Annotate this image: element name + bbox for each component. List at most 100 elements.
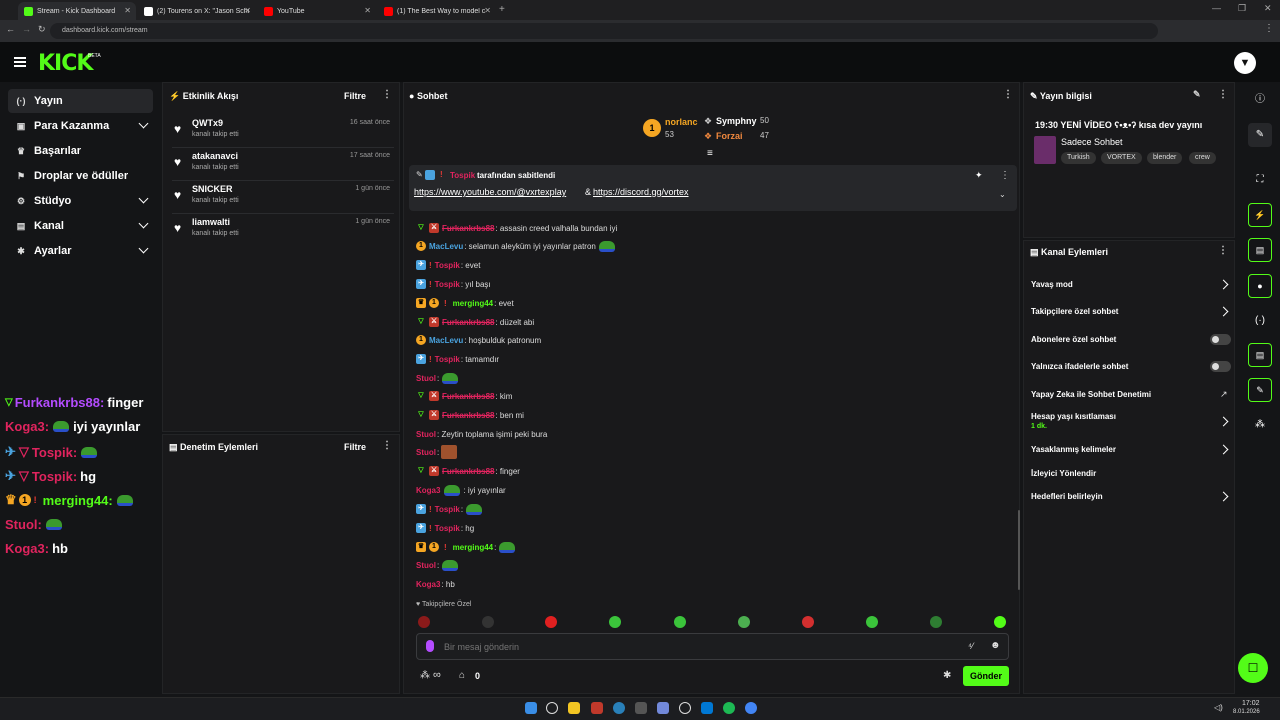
channel-actions-more-icon[interactable]: ⋮ bbox=[1218, 245, 1228, 256]
chat-username[interactable]: Tospik bbox=[435, 505, 460, 514]
collapse-leaderboard-icon[interactable]: ≡ bbox=[707, 148, 713, 159]
emotes-only-toggle[interactable] bbox=[1210, 361, 1231, 372]
edit-pencil-icon[interactable]: ✎ bbox=[1193, 89, 1201, 100]
stream-tag[interactable]: crew bbox=[1189, 152, 1216, 164]
vscode-icon[interactable] bbox=[701, 702, 713, 714]
sidebar-item-kanal[interactable]: ▤ Kanal bbox=[8, 214, 153, 238]
url-field[interactable]: dashboard.kick.com/stream bbox=[50, 23, 1158, 39]
chevron-down-icon[interactable]: ⌄ bbox=[999, 190, 1006, 199]
chat-settings-gear-icon[interactable]: ✱ bbox=[943, 670, 951, 681]
activity-filter-button[interactable]: Filtre bbox=[344, 91, 366, 101]
support-chat-icon[interactable]: ☐ bbox=[1238, 653, 1268, 683]
close-tab-icon[interactable]: ✕ bbox=[244, 6, 251, 15]
chat-username[interactable]: Furkankrbs88 bbox=[442, 392, 494, 401]
chat-username[interactable]: merging44 bbox=[453, 543, 493, 552]
layers-toggle-icon[interactable]: ▤ bbox=[1248, 343, 1272, 367]
chat-username[interactable]: Furkankrbs88 bbox=[442, 467, 494, 476]
chat-message-input[interactable] bbox=[444, 638, 944, 655]
emote-icon[interactable] bbox=[482, 616, 494, 628]
activity-toggle-icon[interactable]: ⚡ bbox=[1248, 203, 1272, 227]
event-user[interactable]: QWTx9 bbox=[192, 118, 223, 128]
kick-logo[interactable]: KICK bbox=[38, 51, 93, 76]
sidebar-item-yayin[interactable]: (·) Yayın bbox=[8, 89, 153, 113]
moderation-more-icon[interactable]: ⋮ bbox=[382, 440, 392, 451]
stream-tag[interactable]: Turkish bbox=[1061, 152, 1096, 164]
shapes-icon[interactable]: ⁂ bbox=[1248, 413, 1272, 437]
app-icon[interactable] bbox=[635, 702, 647, 714]
pinned-youtube-link[interactable]: https://www.youtube.com/@vxrtexplay bbox=[414, 187, 566, 197]
edit-icon[interactable]: ✎ bbox=[1248, 123, 1272, 147]
sidebar-item-ayarlar[interactable]: ✱ Ayarlar bbox=[8, 239, 153, 263]
new-tab-icon[interactable]: + bbox=[499, 4, 505, 15]
emote-icon[interactable] bbox=[609, 616, 621, 628]
moderation-filter-button[interactable]: Filtre bbox=[344, 442, 366, 452]
moderation-toggle-icon[interactable]: ▤ bbox=[1248, 238, 1272, 262]
windows-start-icon[interactable] bbox=[525, 702, 537, 714]
browser-tab[interactable]: (2) Tourens on X: "Jason Schrei ✕ bbox=[138, 2, 256, 20]
emote-icon[interactable] bbox=[418, 616, 430, 628]
chat-username[interactable]: Stuol bbox=[416, 561, 436, 570]
chat-username[interactable]: MacLevu bbox=[429, 242, 463, 251]
emote-icon[interactable] bbox=[674, 616, 686, 628]
close-tab-icon[interactable]: ✕ bbox=[124, 6, 131, 15]
clock-date[interactable]: 8.01.2026 bbox=[1233, 709, 1260, 715]
close-window-icon[interactable]: ✕ bbox=[1264, 3, 1272, 14]
browser-tab[interactable]: Stream - Kick Dashboard ✕ bbox=[18, 2, 136, 20]
chat-username[interactable]: Tospik bbox=[435, 524, 460, 533]
chat-scrollbar[interactable] bbox=[1018, 510, 1020, 590]
event-user[interactable]: SNICKER bbox=[192, 184, 233, 194]
emote-icon[interactable] bbox=[545, 616, 557, 628]
host-redirect-action[interactable]: İzleyici Yönlendir bbox=[1031, 469, 1096, 478]
file-explorer-icon[interactable] bbox=[568, 702, 580, 714]
chat-username[interactable]: merging44 bbox=[453, 299, 493, 308]
minimize-icon[interactable]: — bbox=[1212, 3, 1221, 13]
chat-more-icon[interactable]: ⋮ bbox=[1003, 89, 1013, 100]
external-link-icon[interactable]: ↗ bbox=[1220, 389, 1228, 400]
stream-info-more-icon[interactable]: ⋮ bbox=[1218, 89, 1228, 100]
user-avatar[interactable]: ▼ bbox=[1234, 52, 1256, 74]
account-age-action[interactable]: Hesap yaşı kısıtlaması bbox=[1031, 412, 1116, 421]
search-icon[interactable] bbox=[546, 702, 558, 714]
event-user[interactable]: liamwalti bbox=[192, 217, 230, 227]
browser-tab[interactable]: YouTube ✕ bbox=[258, 2, 376, 20]
chat-username[interactable]: Koga3 bbox=[416, 486, 440, 495]
leaderboard-second-name[interactable]: Symphny bbox=[716, 116, 757, 126]
chat-username[interactable]: MacLevu bbox=[429, 336, 463, 345]
stream-tag[interactable]: blender bbox=[1147, 152, 1183, 164]
followers-only-action[interactable]: Takipçilere özel sohbet bbox=[1031, 307, 1118, 316]
store-count[interactable]: 0 bbox=[475, 671, 480, 681]
wrench-toggle-icon[interactable]: ✎ bbox=[1248, 378, 1272, 402]
emote-icon[interactable] bbox=[802, 616, 814, 628]
pinned-more-icon[interactable]: ⋮ bbox=[1000, 170, 1010, 181]
emote-icon[interactable] bbox=[866, 616, 878, 628]
sidebar-item-basarilar[interactable]: ♛ Başarılar bbox=[8, 139, 153, 163]
leaderboard-first-name[interactable]: norlanc bbox=[665, 117, 698, 127]
event-user[interactable]: atakanavci bbox=[192, 151, 238, 161]
spotify-icon[interactable] bbox=[723, 702, 735, 714]
chat-username[interactable]: Tospik bbox=[435, 355, 460, 364]
clock-time[interactable]: 17:02 bbox=[1242, 700, 1260, 707]
app-icon[interactable] bbox=[679, 702, 691, 714]
chat-username[interactable]: Stuol bbox=[416, 448, 436, 457]
send-button[interactable]: Gönder bbox=[963, 666, 1009, 686]
emote-icon[interactable] bbox=[994, 616, 1006, 628]
chat-toggle-icon[interactable]: ● bbox=[1248, 274, 1272, 298]
emote-icon[interactable] bbox=[738, 616, 750, 628]
stream-tag[interactable]: VORTEX bbox=[1101, 152, 1142, 164]
close-tab-icon[interactable]: ✕ bbox=[484, 6, 491, 15]
emote-icon[interactable] bbox=[930, 616, 942, 628]
app-icon[interactable] bbox=[613, 702, 625, 714]
sidebar-item-studyo[interactable]: ⚙ Stüdyo bbox=[8, 189, 153, 213]
translate-icon[interactable]: ⁴⁄ bbox=[968, 641, 973, 651]
back-icon[interactable]: ← bbox=[6, 24, 15, 34]
info-icon[interactable]: ⓘ bbox=[1248, 88, 1272, 112]
pinned-by-user[interactable]: Tospik bbox=[450, 171, 475, 180]
microphone-icon[interactable] bbox=[426, 640, 434, 652]
points-value[interactable]: ∞ bbox=[433, 669, 441, 681]
reload-icon[interactable]: ↻ bbox=[38, 24, 46, 35]
slow-mode-action[interactable]: Yavaş mod bbox=[1031, 280, 1073, 289]
hamburger-menu-icon[interactable] bbox=[14, 57, 26, 67]
chat-username[interactable]: Stuol bbox=[416, 430, 436, 439]
ai-moderation-action[interactable]: Yapay Zeka ile Sohbet Denetimi bbox=[1031, 390, 1151, 399]
set-goals-action[interactable]: Hedefleri belirleyin bbox=[1031, 492, 1103, 501]
